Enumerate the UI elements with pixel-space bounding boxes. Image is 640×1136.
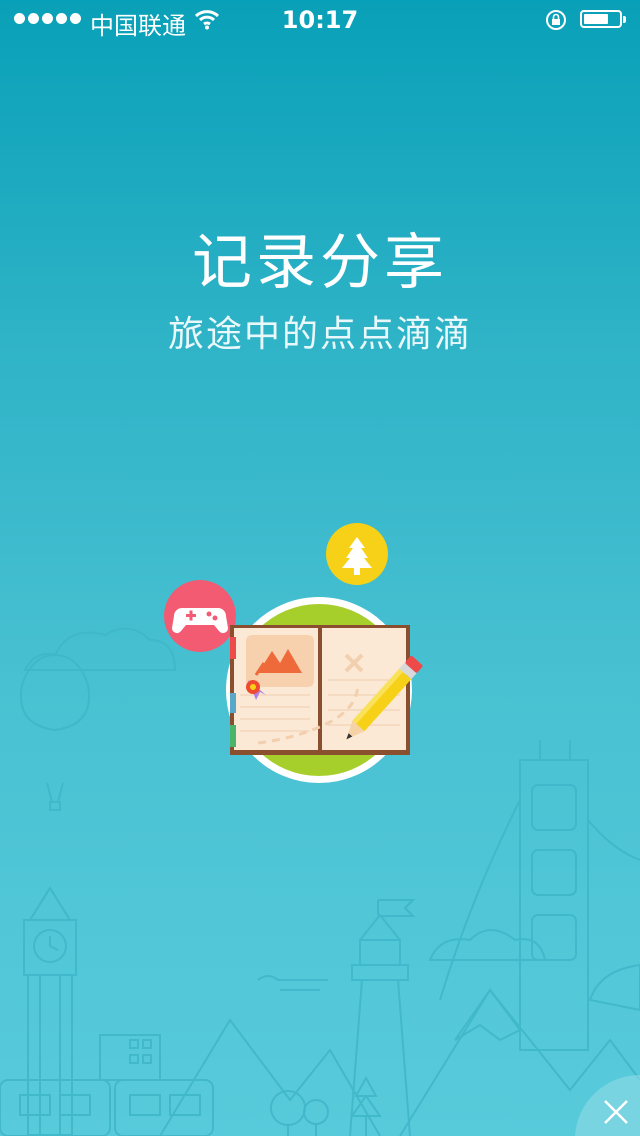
- tree-icon: [326, 523, 388, 585]
- battery-icon: [580, 10, 626, 28]
- page-title: 记录分享: [192, 228, 448, 298]
- travel-journal-illustration: [164, 523, 423, 783]
- page-subtitle: 旅途中的点点滴滴: [167, 314, 472, 355]
- close-button[interactable]: [575, 1075, 640, 1136]
- status-bar: 中国联通 10:17: [0, 0, 640, 40]
- rotation-lock-icon: [546, 10, 566, 30]
- gamepad-icon: [164, 580, 236, 652]
- battery-fill: [584, 14, 608, 24]
